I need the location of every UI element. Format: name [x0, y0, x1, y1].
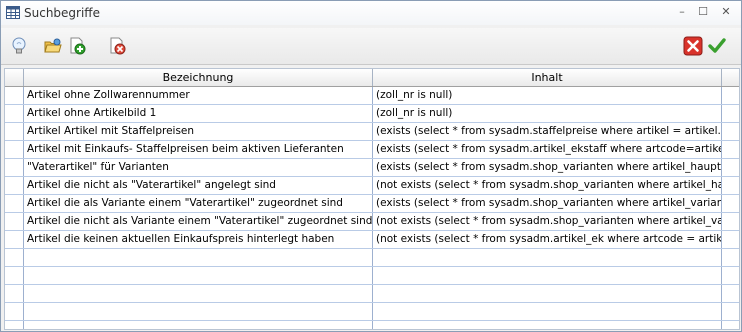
lightbulb-icon [12, 37, 26, 54]
table-row[interactable] [5, 285, 739, 303]
row-filler [722, 267, 738, 284]
row-selector[interactable] [5, 303, 24, 320]
cell-bezeichnung[interactable] [24, 249, 373, 266]
row-filler [722, 303, 738, 320]
cell-inhalt[interactable] [373, 249, 722, 266]
open-button[interactable] [41, 34, 65, 58]
table-row[interactable]: Artikel die keinen aktuellen Einkaufspre… [5, 231, 739, 249]
cell-bezeichnung[interactable]: Artikel die keinen aktuellen Einkaufspre… [24, 231, 373, 248]
row-filler [722, 87, 738, 104]
column-header-bezeichnung[interactable]: Bezeichnung [24, 69, 373, 86]
table-row[interactable]: Artikel mit Einkaufs- Staffelpreisen bei… [5, 141, 739, 159]
cell-inhalt[interactable]: (exists (select * from sysadm.shop_varia… [373, 159, 722, 176]
row-filler [722, 249, 738, 266]
table-row[interactable] [5, 249, 739, 267]
table-row[interactable]: Artikel ohne Artikelbild 1 (zoll_nr is nu… [5, 105, 739, 123]
minimize-button[interactable]: – [673, 4, 691, 20]
confirm-button[interactable] [705, 34, 729, 58]
column-header-inhalt[interactable]: Inhalt [373, 69, 722, 86]
row-selector[interactable] [5, 177, 24, 194]
row-selector[interactable] [5, 105, 24, 122]
row-selector[interactable] [5, 231, 24, 248]
maximize-button[interactable]: ☐ [694, 4, 712, 20]
row-filler [722, 231, 738, 248]
cell-inhalt[interactable]: (exists (select * from sysadm.artikel_ek… [373, 141, 722, 158]
row-filler [722, 105, 738, 122]
table-row[interactable] [5, 267, 739, 285]
row-selector[interactable] [5, 267, 24, 284]
row-filler [722, 123, 738, 140]
delete-button[interactable] [105, 34, 129, 58]
cell-bezeichnung[interactable]: Artikel die nicht als "Vaterartikel" ang… [24, 177, 373, 194]
folder-open-icon [44, 38, 62, 53]
row-filler [722, 177, 738, 194]
cell-inhalt[interactable] [373, 321, 722, 329]
cell-bezeichnung[interactable]: Artikel die als Variante einem "Vaterart… [24, 195, 373, 212]
search-terms-table[interactable]: Bezeichnung Inhalt Artikel ohne Zollware… [4, 68, 740, 330]
row-selector[interactable] [5, 87, 24, 104]
cell-bezeichnung[interactable] [24, 321, 373, 329]
confirm-icon [708, 38, 726, 53]
table-row[interactable] [5, 303, 739, 321]
row-filler [722, 195, 738, 212]
table-icon [6, 6, 20, 19]
cell-bezeichnung[interactable] [24, 285, 373, 302]
cell-bezeichnung[interactable]: Artikel mit Einkaufs- Staffelpreisen bei… [24, 141, 373, 158]
cell-bezeichnung[interactable]: Artikel die nicht als Variante einem "Va… [24, 213, 373, 230]
row-selector-header [5, 69, 24, 86]
cell-inhalt[interactable]: (not exists (select * from sysadm.artike… [373, 231, 722, 248]
delete-document-icon [110, 37, 126, 55]
table-header: Bezeichnung Inhalt [5, 69, 739, 87]
row-selector[interactable] [5, 123, 24, 140]
cancel-button[interactable] [681, 34, 705, 58]
table-row[interactable]: Artikel Artikel mit Staffelpreisen (exist… [5, 123, 739, 141]
close-window-button[interactable]: ✕ [717, 4, 735, 20]
row-filler [722, 141, 738, 158]
cell-bezeichnung[interactable] [24, 267, 373, 284]
window-title: Suchbegriffe [24, 6, 100, 20]
row-filler [722, 159, 738, 176]
cell-inhalt[interactable] [373, 303, 722, 320]
row-selector[interactable] [5, 213, 24, 230]
cell-inhalt[interactable]: (zoll_nr is null) [373, 87, 722, 104]
add-button[interactable] [65, 34, 89, 58]
table-row[interactable]: Artikel ohne Zollwarennummer (zoll_nr is … [5, 87, 739, 105]
cell-inhalt[interactable] [373, 285, 722, 302]
cell-inhalt[interactable] [373, 267, 722, 284]
cell-inhalt[interactable]: (exists (select * from sysadm.shop_varia… [373, 195, 722, 212]
search-terms-window: Suchbegriffe – ☐ ✕ Bezeichnung Inhalt Ar… [0, 0, 742, 332]
hint-button[interactable] [7, 34, 31, 58]
table-row[interactable]: Artikel die als Variante einem "Vaterart… [5, 195, 739, 213]
cell-bezeichnung[interactable]: Artikel ohne Zollwarennummer [24, 87, 373, 104]
table-row[interactable] [5, 321, 739, 329]
table-row[interactable]: "Vaterartikel" für Varianten (exists (sel… [5, 159, 739, 177]
row-selector[interactable] [5, 195, 24, 212]
row-selector[interactable] [5, 141, 24, 158]
row-filler [722, 213, 738, 230]
table-row[interactable]: Artikel die nicht als "Vaterartikel" ang… [5, 177, 739, 195]
cell-inhalt[interactable]: (not exists (select * from sysadm.shop_v… [373, 213, 722, 230]
cancel-icon [683, 36, 703, 56]
row-selector[interactable] [5, 285, 24, 302]
cell-bezeichnung[interactable] [24, 303, 373, 320]
title-bar[interactable]: Suchbegriffe – ☐ ✕ [1, 1, 741, 25]
cell-inhalt[interactable]: (zoll_nr is null) [373, 105, 722, 122]
toolbar [1, 28, 741, 65]
cell-bezeichnung[interactable]: "Vaterartikel" für Varianten [24, 159, 373, 176]
table-row[interactable]: Artikel die nicht als Variante einem "Va… [5, 213, 739, 231]
cell-inhalt[interactable]: (exists (select * from sysadm.staffelpre… [373, 123, 722, 140]
add-document-icon [70, 37, 86, 55]
row-filler [722, 321, 738, 329]
row-selector[interactable] [5, 249, 24, 266]
cell-bezeichnung[interactable]: Artikel Artikel mit Staffelpreisen [24, 123, 373, 140]
cell-inhalt[interactable]: (not exists (select * from sysadm.shop_v… [373, 177, 722, 194]
row-selector[interactable] [5, 321, 24, 329]
cell-bezeichnung[interactable]: Artikel ohne Artikelbild 1 [24, 105, 373, 122]
row-filler [722, 285, 738, 302]
row-selector[interactable] [5, 159, 24, 176]
header-filler [722, 69, 738, 86]
